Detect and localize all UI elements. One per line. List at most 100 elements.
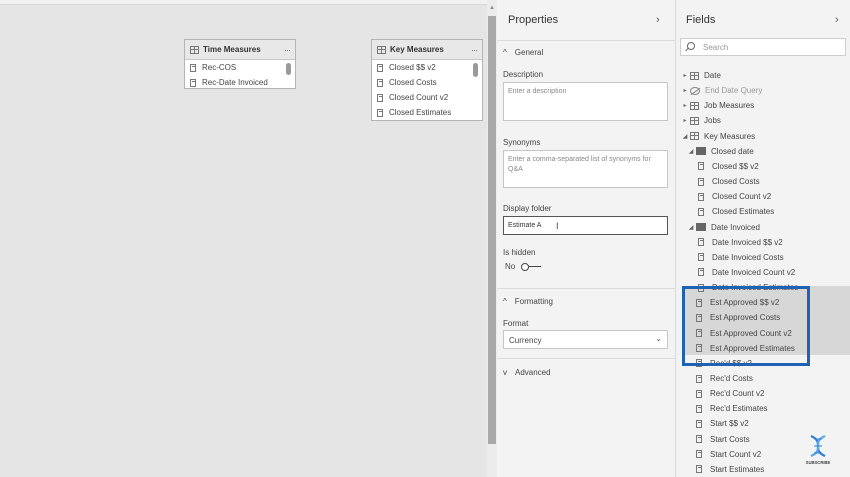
table-card-row[interactable]: Rec-COS: [185, 60, 295, 75]
table-card-row[interactable]: Closed Estimates: [372, 105, 482, 120]
divider: [497, 358, 676, 359]
expand-arrow-icon[interactable]: ▸: [680, 72, 690, 79]
fields-title: Fields: [686, 14, 716, 26]
field-label: Closed $$ v2: [712, 161, 759, 171]
field-folder-item[interactable]: ◢ Closed date: [686, 144, 754, 159]
field-measure-item[interactable]: Closed Costs: [698, 174, 760, 189]
card-scrollbar[interactable]: [473, 63, 478, 77]
synonyms-input[interactable]: Enter a comma-separated list of synonyms…: [503, 150, 668, 188]
scroll-up-arrow-icon[interactable]: ▲: [489, 5, 495, 11]
dna-icon: [810, 434, 826, 458]
field-measure-item[interactable]: Start Costs: [686, 432, 750, 447]
table-card-row-label: Closed Estimates: [389, 108, 452, 117]
display-folder-label: Display folder: [503, 204, 552, 213]
field-table-item[interactable]: ▸ Date: [680, 68, 721, 83]
more-options-icon[interactable]: ···: [471, 45, 478, 55]
format-label: Format: [503, 319, 529, 328]
field-measure-item[interactable]: Start $$ v2: [686, 416, 749, 431]
collapse-arrow-icon[interactable]: ◢: [686, 224, 696, 231]
more-options-icon[interactable]: ···: [284, 45, 291, 55]
field-label: Start Estimates: [710, 464, 765, 474]
field-measure-item[interactable]: Date Invoiced $$ v2: [698, 235, 783, 250]
field-measure-item[interactable]: Start Count v2: [686, 447, 761, 462]
calculator-icon: [696, 450, 702, 459]
table-card-row[interactable]: Closed Count v2: [372, 90, 482, 105]
field-table-item[interactable]: ◢ Key Measures: [680, 129, 755, 144]
table-card-row-label: Closed $$ v2: [389, 63, 436, 72]
properties-pane: Properties › ^ General Description Enter…: [497, 0, 676, 477]
field-label: Closed date: [711, 146, 754, 156]
format-select[interactable]: Currency ⌄: [503, 330, 668, 349]
divider: [497, 40, 676, 41]
field-label: Closed Count v2: [712, 192, 772, 202]
formatting-section-header[interactable]: ^ Formatting: [503, 297, 553, 306]
general-section-header[interactable]: ^ General: [503, 48, 543, 57]
calculator-icon: [190, 63, 196, 72]
field-label: Date: [704, 71, 721, 80]
table-card-row[interactable]: Rec-Date Invoiced: [185, 75, 295, 90]
collapse-arrow-icon[interactable]: ◢: [686, 148, 696, 155]
general-label: General: [514, 48, 544, 57]
calculator-icon: [377, 93, 383, 102]
collapse-pane-chevron-icon[interactable]: ›: [656, 14, 660, 26]
field-folder-item[interactable]: ◢ Date Invoiced: [686, 220, 760, 235]
table-card-title: Time Measures: [203, 45, 261, 54]
format-value: Currency: [509, 336, 542, 345]
field-label: Date Invoiced Count v2: [712, 267, 796, 277]
table-card-header[interactable]: Key Measures ···: [372, 40, 482, 60]
canvas-vertical-scrollbar[interactable]: ▲: [487, 0, 497, 477]
field-table-item[interactable]: ▸ Job Measures: [680, 98, 754, 113]
calculator-icon: [377, 78, 383, 87]
collapse-arrow-icon[interactable]: ◢: [680, 133, 690, 140]
field-label: Start Costs: [710, 434, 750, 444]
is-hidden-toggle[interactable]: No: [505, 262, 542, 271]
table-icon: [690, 71, 699, 80]
calculator-icon: [698, 192, 704, 201]
calculator-icon: [696, 465, 702, 474]
field-measure-item[interactable]: Rec'd Costs: [686, 371, 753, 386]
model-canvas[interactable]: Time Measures ··· Rec-COS Rec-Date Invoi…: [0, 0, 487, 477]
subscribe-label: SUBSCRIBE: [806, 460, 831, 465]
expand-arrow-icon[interactable]: ▸: [680, 87, 690, 94]
field-measure-item[interactable]: Rec'd Count v2: [686, 386, 764, 401]
calculator-icon: [696, 389, 702, 398]
table-icon: [690, 116, 699, 125]
collapse-pane-chevron-icon[interactable]: ›: [835, 14, 839, 26]
card-scrollbar[interactable]: [286, 63, 291, 75]
field-table-item[interactable]: ▸ End Date Query: [680, 83, 762, 98]
table-card-key-measures[interactable]: Key Measures ··· Closed $$ v2 Closed Cos…: [371, 39, 483, 121]
table-card-row[interactable]: Closed Costs: [372, 75, 482, 90]
field-label: Start Count v2: [710, 449, 762, 459]
field-label: Rec'd Estimates: [710, 404, 768, 414]
table-icon: [690, 132, 699, 141]
field-label: Rec'd Count v2: [710, 389, 765, 399]
field-label: Start $$ v2: [710, 419, 749, 429]
toggle-switch-icon[interactable]: [521, 262, 542, 271]
display-folder-input[interactable]: Estimate A I: [503, 216, 668, 235]
description-input[interactable]: Enter a description: [503, 82, 668, 121]
field-label: Date Invoiced: [711, 222, 760, 232]
table-card-time-measures[interactable]: Time Measures ··· Rec-COS Rec-Date Invoi…: [184, 39, 296, 89]
field-measure-item[interactable]: Date Invoiced Count v2: [698, 265, 795, 280]
field-table-item[interactable]: ▸ Jobs: [680, 113, 720, 128]
expand-arrow-icon[interactable]: ▸: [680, 102, 690, 109]
table-icon: [190, 45, 199, 54]
field-measure-item[interactable]: Start Estimates: [686, 462, 764, 477]
field-measure-item[interactable]: Closed Count v2: [698, 189, 771, 204]
scrollbar-thumb[interactable]: [488, 16, 496, 444]
table-card-header[interactable]: Time Measures ···: [185, 40, 295, 60]
search-placeholder: Search: [703, 43, 729, 52]
advanced-section-header[interactable]: v Advanced: [503, 368, 551, 377]
table-card-row[interactable]: Closed $$ v2: [372, 60, 482, 75]
chevron-down-icon: ⌄: [655, 334, 662, 343]
calculator-icon: [696, 419, 702, 428]
calculator-icon: [190, 78, 196, 87]
expand-arrow-icon[interactable]: ▸: [680, 117, 690, 124]
search-input[interactable]: Search: [680, 38, 846, 56]
chevron-down-icon: v: [503, 368, 507, 377]
field-measure-item[interactable]: Closed Estimates: [698, 204, 774, 219]
table-card-row-label: Rec-COS: [202, 63, 237, 72]
field-measure-item[interactable]: Date Invoiced Costs: [698, 250, 784, 265]
field-measure-item[interactable]: Closed $$ v2: [698, 159, 759, 174]
field-measure-item[interactable]: Rec'd Estimates: [686, 401, 768, 416]
